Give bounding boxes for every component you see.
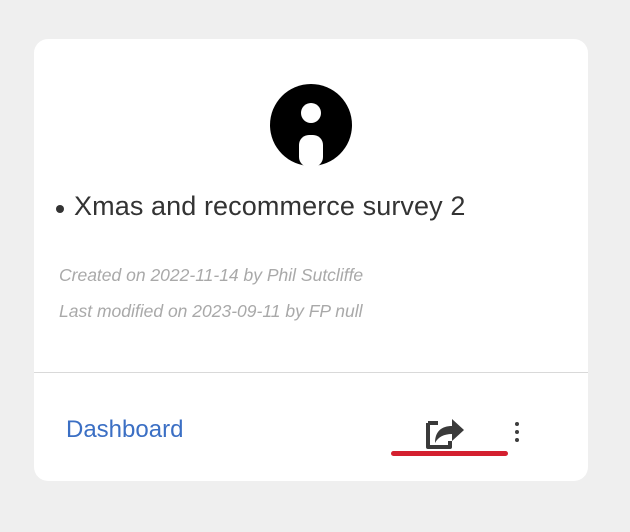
share-highlight-underline bbox=[391, 451, 508, 456]
modified-info: Last modified on 2023-09-11 by FP null bbox=[59, 301, 363, 321]
survey-card: Xmas and recommerce survey 2 Created on … bbox=[34, 39, 588, 481]
created-info: Created on 2022-11-14 by Phil Sutcliffe bbox=[59, 265, 364, 285]
share-button[interactable] bbox=[422, 413, 470, 453]
survey-title-row: Xmas and recommerce survey 2 bbox=[56, 191, 576, 222]
kebab-menu-icon bbox=[515, 422, 519, 426]
share-icon bbox=[426, 419, 464, 449]
survey-title: Xmas and recommerce survey 2 bbox=[74, 191, 466, 221]
card-divider bbox=[34, 372, 588, 373]
user-avatar-icon bbox=[270, 84, 352, 167]
dashboard-link[interactable]: Dashboard bbox=[66, 416, 183, 444]
bullet-icon bbox=[56, 204, 64, 213]
more-options-button[interactable] bbox=[508, 415, 526, 449]
